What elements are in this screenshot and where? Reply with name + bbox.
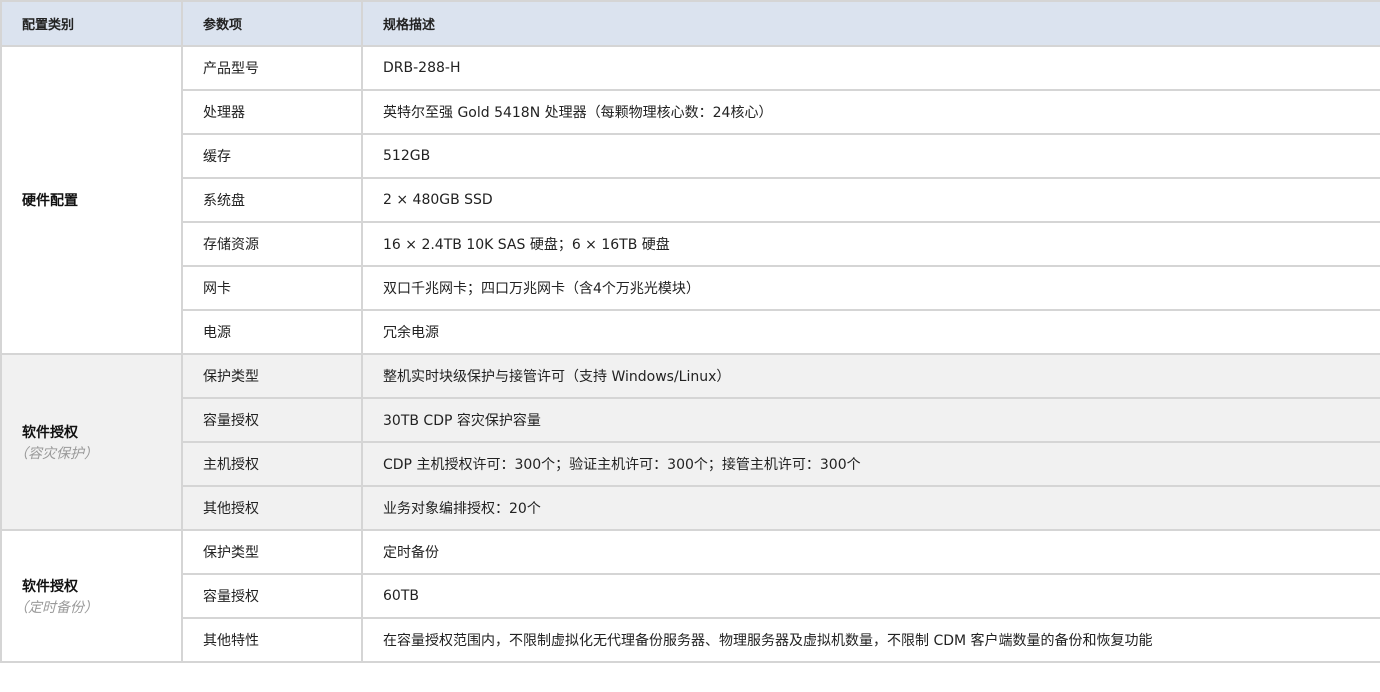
param-cell: 保护类型 <box>181 529 363 575</box>
spec-cell: 双口千兆网卡；四口万兆网卡（含4个万兆光模块） <box>361 265 1380 311</box>
spec-cell: 30TB CDP 容灾保护容量 <box>361 397 1380 443</box>
param-cell: 系统盘 <box>181 177 363 223</box>
param-cell: 其他特性 <box>181 617 363 663</box>
spec-cell: DRB-288-H <box>361 45 1380 91</box>
table-row: 软件授权 （容灾保护） 保护类型 整机实时块级保护与接管许可（支持 Windows/L… <box>0 353 1380 531</box>
spec-cell: 业务对象编排授权：20个 <box>361 485 1380 531</box>
table-header: 配置类别 参数项 规格描述 <box>0 0 1380 47</box>
param-cell: 产品型号 <box>181 45 363 91</box>
table-row: 容量授权 60TB <box>1 573 1380 619</box>
spec-table: 配置类别 参数项 规格描述 硬件配置 产品型号 DRB-288-H 处理器 英特尔至强 … <box>0 0 1380 663</box>
table-row: 系统盘 2 × 480GB SSD <box>1 177 1380 223</box>
category-subtitle: （容灾保护） <box>14 445 98 462</box>
table-row: 软件授权 （定时备份） 保护类型 定时备份 <box>0 529 1380 663</box>
spec-cell: 在容量授权范围内，不限制虚拟化无代理备份服务器、物理服务器及虚拟机数量，不限制 … <box>361 617 1380 663</box>
spec-cell: CDP 主机授权许可：300个；验证主机许可：300个；接管主机许可：300个 <box>361 441 1380 487</box>
param-cell: 主机授权 <box>181 441 363 487</box>
spec-cell: 16 × 2.4TB 10K SAS 硬盘；6 × 16TB 硬盘 <box>361 221 1380 267</box>
spec-cell: 2 × 480GB SSD <box>361 177 1380 223</box>
param-cell: 处理器 <box>181 89 363 135</box>
header-row: 配置类别 参数项 规格描述 <box>0 0 1380 47</box>
param-cell: 其他授权 <box>181 485 363 531</box>
table-body: 硬件配置 产品型号 DRB-288-H 处理器 英特尔至强 Gold 5418N 处理器… <box>0 45 1380 663</box>
spec-cell: 60TB <box>361 573 1380 619</box>
spec-cell: 英特尔至强 Gold 5418N 处理器（每颗物理核心数：24核心） <box>361 89 1380 135</box>
category-title: 软件授权 <box>22 424 78 441</box>
category-title: 硬件配置 <box>22 193 78 209</box>
header-category: 配置类别 <box>0 0 183 47</box>
category-cell: 硬件配置 <box>0 45 183 355</box>
table-row: 主机授权 CDP 主机授权许可：300个；验证主机许可：300个；接管主机许可：3… <box>1 441 1380 487</box>
table-row: 电源 冗余电源 <box>1 309 1380 355</box>
spec-cell: 512GB <box>361 133 1380 179</box>
table-row: 其他特性 在容量授权范围内，不限制虚拟化无代理备份服务器、物理服务器及虚拟机数量，… <box>1 617 1380 663</box>
header-param: 参数项 <box>181 0 363 47</box>
category-cell: 软件授权 （定时备份） <box>0 529 183 663</box>
category-cell: 软件授权 （容灾保护） <box>0 353 183 531</box>
param-cell: 保护类型 <box>181 353 363 399</box>
param-cell: 缓存 <box>181 133 363 179</box>
spec-cell: 冗余电源 <box>361 309 1380 355</box>
param-cell: 容量授权 <box>181 573 363 619</box>
spec-cell: 整机实时块级保护与接管许可（支持 Windows/Linux） <box>361 353 1380 399</box>
table-row: 网卡 双口千兆网卡；四口万兆网卡（含4个万兆光模块） <box>1 265 1380 311</box>
table-row: 存储资源 16 × 2.4TB 10K SAS 硬盘；6 × 16TB 硬盘 <box>1 221 1380 267</box>
spec-cell: 定时备份 <box>361 529 1380 575</box>
table-row: 处理器 英特尔至强 Gold 5418N 处理器（每颗物理核心数：24核心） <box>1 89 1380 135</box>
category-title: 软件授权 <box>22 578 78 595</box>
param-cell: 电源 <box>181 309 363 355</box>
table-row: 容量授权 30TB CDP 容灾保护容量 <box>1 397 1380 443</box>
param-cell: 网卡 <box>181 265 363 311</box>
header-spec: 规格描述 <box>361 0 1380 47</box>
table-row: 硬件配置 产品型号 DRB-288-H <box>0 45 1380 355</box>
param-cell: 存储资源 <box>181 221 363 267</box>
param-cell: 容量授权 <box>181 397 363 443</box>
table-row: 缓存 512GB <box>1 133 1380 179</box>
category-subtitle: （定时备份） <box>14 599 98 616</box>
table-row: 其他授权 业务对象编排授权：20个 <box>1 485 1380 531</box>
